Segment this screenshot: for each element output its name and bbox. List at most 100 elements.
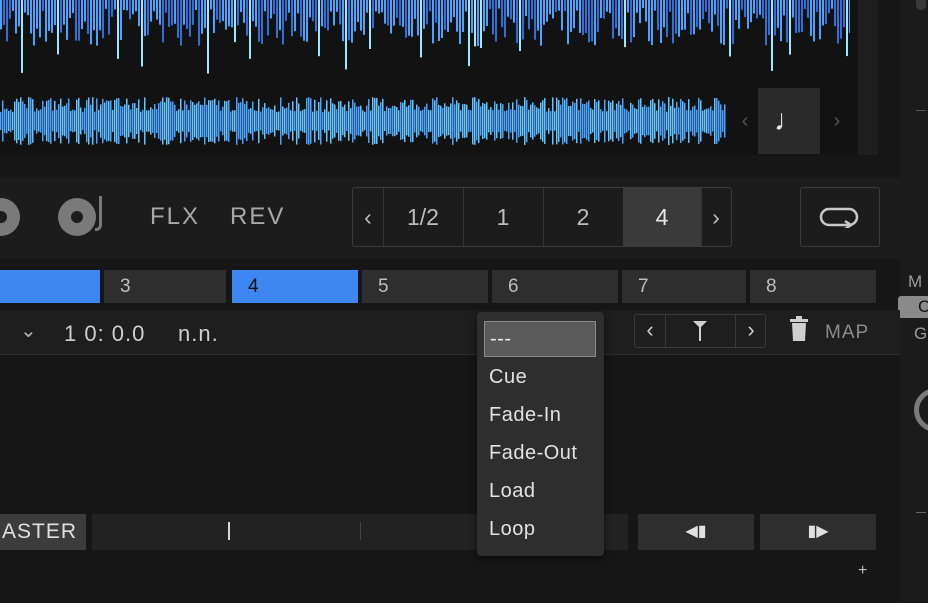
overview-next-button[interactable]: › [824,104,850,138]
waveform-bar [195,0,197,10]
overview-waveform-bar [510,109,512,133]
dropdown-item-cue[interactable]: Cue [484,360,598,394]
loop-button[interactable] [800,187,880,247]
overview-waveform-bar [100,104,102,138]
dropdown-item-fade-out[interactable]: Fade-Out [484,436,598,470]
beatjump-half-button[interactable]: 1/2 [383,188,464,246]
dropdown-item-load[interactable]: Load [484,474,598,508]
waveform-bar [636,0,638,13]
waveform-bar [63,0,65,25]
waveform-bar [732,0,734,45]
overview-waveform-bar [532,102,534,140]
overview-waveform-bar [558,100,560,142]
waveform-bar [777,0,779,28]
waveform-bar [771,0,773,71]
master-button[interactable]: ASTER [0,514,86,550]
overview-waveform-bar [8,110,10,132]
note-icon[interactable]: ♩ [758,88,820,154]
waveform-bar [750,0,752,23]
waveform-bar [477,0,479,46]
cue-slot-7[interactable]: 7 [622,270,746,303]
cue-marker-icon[interactable] [665,315,735,347]
waveform-bar [609,0,611,14]
overview-waveform-bar [556,97,558,145]
overview-waveform-bar [42,100,44,142]
overview-waveform-bar [366,105,368,137]
waveform-bar [207,0,209,74]
overview-waveform-bar [262,107,264,135]
waveform-bar [45,0,47,42]
trash-icon[interactable] [788,316,810,342]
waveform-bar [843,0,845,28]
waveform-bar [345,0,347,70]
overview-waveform-bar [468,109,470,133]
cue-prev-button[interactable]: ‹ [635,315,666,347]
panel-c-button[interactable]: C [898,296,928,318]
overview-waveform-bar [678,107,680,135]
waveform-bar [372,0,374,29]
beatjump-next-button[interactable]: › [701,188,731,246]
waveform-bar [219,0,221,24]
rev-button[interactable]: REV [230,198,285,236]
overview-waveform-bar [544,98,546,144]
cue-slot-3[interactable]: 3 [104,270,226,303]
overview-waveform-bar [438,104,440,138]
waveform-bar [783,0,785,16]
overview-waveform-bar [72,109,74,133]
overview-waveform-bar [536,107,538,135]
waveform-bar [792,0,794,18]
waveform-bar [357,0,359,23]
turntable-icon[interactable] [58,198,96,236]
scrolling-waveform[interactable] [0,0,850,80]
overview-waveform-bar [158,103,160,139]
overview-waveform-bar [162,97,164,145]
dropdown-item-loop[interactable]: Loop [484,512,598,546]
dropdown-item-fade-in[interactable]: Fade-In [484,398,598,432]
flx-button[interactable]: FLX [150,198,200,236]
waveform-bar [363,0,365,35]
cue-slot-6[interactable]: 6 [492,270,618,303]
waveform-bar [222,0,224,22]
cue-next-button[interactable]: › [735,315,766,347]
overview-waveform[interactable] [0,88,726,154]
waveform-bar [816,0,818,12]
overview-waveform-bar [200,104,202,138]
nudge-forward-button[interactable]: ▮▶ [760,514,876,550]
waveform-scrollbar[interactable] [858,0,878,155]
waveform-bar [549,0,551,15]
waveform-bar [600,0,602,19]
waveform-bar [462,0,464,33]
overview-waveform-bar [334,104,336,138]
overview-waveform-bar [588,100,590,142]
waveform-bar [315,0,317,32]
cue-slot-5[interactable]: 5 [362,270,488,303]
waveform-bar [156,0,158,20]
beatjump-prev-button[interactable]: ‹ [353,188,384,246]
waveform-bar [234,0,236,43]
overview-prev-button[interactable]: ‹ [732,104,758,138]
add-icon[interactable]: + [858,562,867,580]
overview-waveform-bar [48,99,50,143]
waveform-bar [423,0,425,29]
overview-waveform-bar [480,106,482,136]
cue-slot-2[interactable] [0,270,100,303]
map-button[interactable]: MAP [825,322,869,344]
beatjump-2-button[interactable]: 2 [543,188,624,246]
dropdown-item-none[interactable]: --- [484,321,596,357]
overview-waveform-bar [0,111,2,131]
cue-slot-8[interactable]: 8 [750,270,876,303]
overview-waveform-bar [12,111,14,131]
overview-waveform-bar [534,105,536,137]
waveform-bar [282,0,284,45]
overview-waveform-bar [458,103,460,139]
waveform-bar [81,0,83,30]
cue-slot-4[interactable]: 4 [232,270,358,303]
waveform-bar [519,0,521,52]
waveform-bar [291,0,293,37]
beatjump-4-button[interactable]: 4 [623,188,702,246]
chevron-down-icon[interactable]: ⌄ [20,318,37,343]
overview-waveform-bar [346,111,348,131]
cue-name[interactable]: n.n. [178,321,219,347]
beatjump-1-button[interactable]: 1 [463,188,544,246]
nudge-back-button[interactable]: ◀▮ [638,514,754,550]
